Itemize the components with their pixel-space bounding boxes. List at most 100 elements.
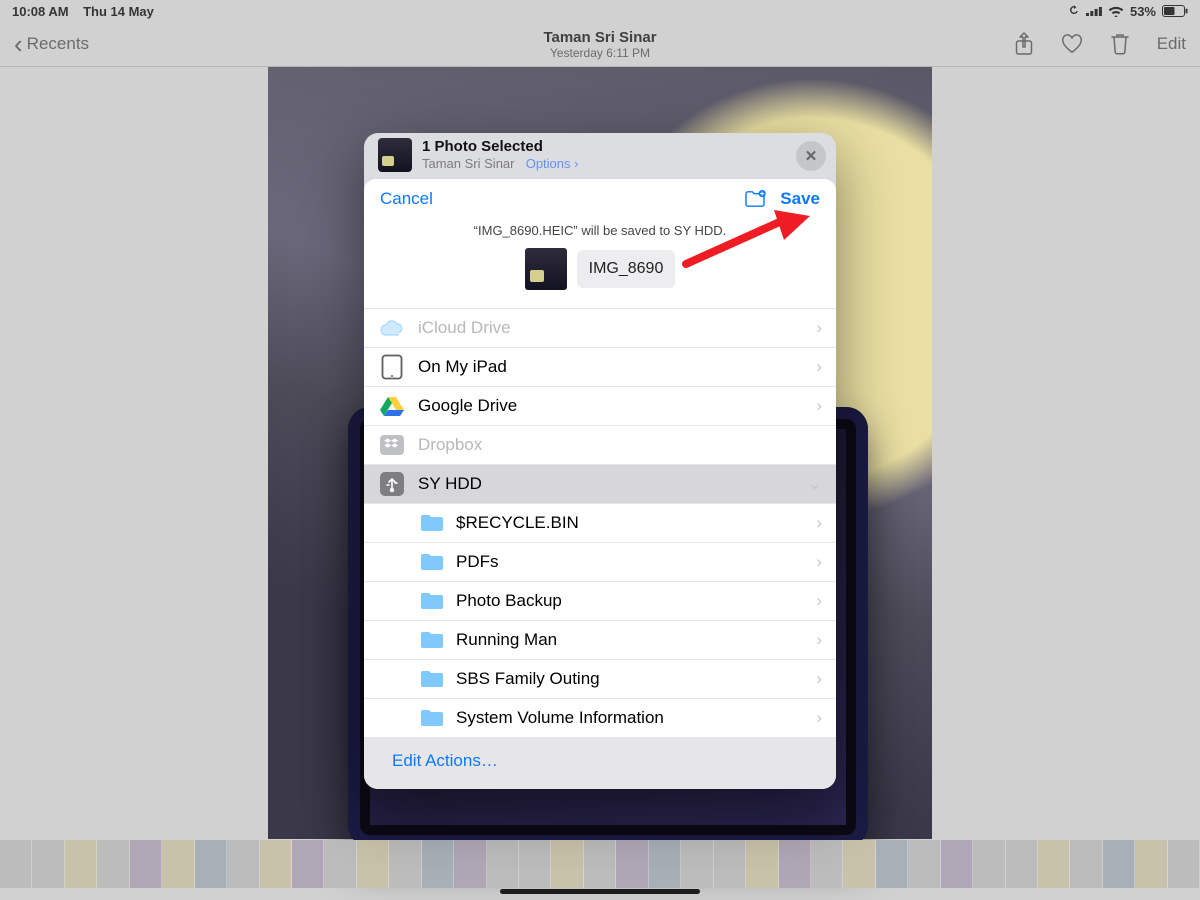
folder-icon bbox=[418, 509, 446, 537]
folder-row[interactable]: Running Man › bbox=[364, 620, 836, 659]
usb-drive-icon bbox=[378, 470, 406, 498]
new-folder-button[interactable] bbox=[744, 190, 766, 208]
close-icon: ✕ bbox=[805, 147, 818, 165]
folder-label: Running Man bbox=[456, 630, 816, 650]
thumbnail[interactable] bbox=[779, 840, 811, 888]
folder-row[interactable]: $RECYCLE.BIN › bbox=[364, 503, 836, 542]
edit-actions-button[interactable]: Edit Actions… bbox=[364, 737, 836, 789]
thumbnail[interactable] bbox=[811, 840, 843, 888]
thumbnail[interactable] bbox=[714, 840, 746, 888]
thumbnail[interactable] bbox=[1103, 840, 1135, 888]
thumbnail[interactable] bbox=[1006, 840, 1038, 888]
share-subtitle-text: Taman Sri Sinar bbox=[422, 156, 514, 171]
thumbnail[interactable] bbox=[1135, 840, 1167, 888]
back-button[interactable]: ‹ Recents bbox=[14, 34, 89, 54]
save-file-row: IMG_8690 bbox=[364, 248, 836, 308]
thumbnail[interactable] bbox=[162, 840, 194, 888]
location-on-my-ipad[interactable]: On My iPad › bbox=[364, 347, 836, 386]
folder-label: $RECYCLE.BIN bbox=[456, 513, 816, 533]
save-destination-message: “IMG_8690.HEIC” will be saved to SY HDD. bbox=[364, 219, 836, 248]
share-options-label: Options bbox=[526, 156, 571, 171]
share-save-sheet: 1 Photo Selected Taman Sri Sinar Options… bbox=[364, 133, 836, 789]
save-button[interactable]: Save bbox=[780, 189, 820, 209]
location-label: SY HDD bbox=[418, 474, 808, 494]
cancel-button[interactable]: Cancel bbox=[380, 189, 433, 209]
thumbnail[interactable] bbox=[422, 840, 454, 888]
share-title: 1 Photo Selected bbox=[422, 138, 579, 156]
location-label: iCloud Drive bbox=[418, 318, 816, 338]
dropbox-icon bbox=[378, 431, 406, 459]
filename-field[interactable]: IMG_8690 bbox=[577, 250, 676, 288]
chevron-right-icon: › bbox=[816, 318, 822, 338]
battery-percent: 53% bbox=[1130, 4, 1156, 19]
thumbnail[interactable] bbox=[908, 840, 940, 888]
share-options-button[interactable]: Options › bbox=[526, 156, 579, 171]
icloud-icon bbox=[378, 314, 406, 342]
folder-row[interactable]: SBS Family Outing › bbox=[364, 659, 836, 698]
status-time: 10:08 AM bbox=[12, 4, 69, 19]
photos-navbar: ‹ Recents Taman Sri Sinar Yesterday 6:11… bbox=[0, 22, 1200, 66]
thumbnail[interactable] bbox=[130, 840, 162, 888]
thumbnail[interactable] bbox=[389, 840, 421, 888]
thumbnail[interactable] bbox=[195, 840, 227, 888]
thumbnail[interactable] bbox=[843, 840, 875, 888]
orientation-lock-icon bbox=[1068, 5, 1080, 17]
thumbnail[interactable] bbox=[584, 840, 616, 888]
photo-filmstrip[interactable] bbox=[0, 840, 1200, 888]
thumbnail[interactable] bbox=[1070, 840, 1102, 888]
thumbnail[interactable] bbox=[324, 840, 356, 888]
thumbnail[interactable] bbox=[227, 840, 259, 888]
share-subtitle: Taman Sri Sinar Options › bbox=[422, 156, 579, 172]
thumbnail[interactable] bbox=[487, 840, 519, 888]
folder-icon bbox=[418, 704, 446, 732]
folder-label: Photo Backup bbox=[456, 591, 816, 611]
thumbnail[interactable] bbox=[746, 840, 778, 888]
folder-row[interactable]: Photo Backup › bbox=[364, 581, 836, 620]
thumbnail[interactable] bbox=[973, 840, 1005, 888]
folder-label: System Volume Information bbox=[456, 708, 816, 728]
navbar-actions: Edit bbox=[1013, 33, 1186, 55]
folder-row[interactable]: PDFs › bbox=[364, 542, 836, 581]
share-icon[interactable] bbox=[1013, 33, 1035, 55]
thumbnail[interactable] bbox=[1038, 840, 1070, 888]
chevron-right-icon: › bbox=[816, 552, 822, 572]
edit-button[interactable]: Edit bbox=[1157, 34, 1186, 54]
thumbnail[interactable] bbox=[681, 840, 713, 888]
chevron-down-icon: ⌄ bbox=[808, 474, 822, 494]
thumbnail[interactable] bbox=[941, 840, 973, 888]
thumbnail[interactable] bbox=[616, 840, 648, 888]
folder-icon bbox=[418, 548, 446, 576]
thumbnail[interactable] bbox=[260, 840, 292, 888]
thumbnail[interactable] bbox=[357, 840, 389, 888]
thumbnail[interactable] bbox=[454, 840, 486, 888]
thumbnail[interactable] bbox=[1168, 840, 1200, 888]
folder-label: SBS Family Outing bbox=[456, 669, 816, 689]
location-label: On My iPad bbox=[418, 357, 816, 377]
location-google-drive[interactable]: Google Drive › bbox=[364, 386, 836, 425]
thumbnail[interactable] bbox=[649, 840, 681, 888]
chevron-right-icon: › bbox=[816, 708, 822, 728]
chevron-left-icon: ‹ bbox=[14, 38, 23, 51]
home-indicator bbox=[500, 889, 700, 894]
folder-row[interactable]: System Volume Information › bbox=[364, 698, 836, 737]
favorite-heart-icon[interactable] bbox=[1061, 33, 1083, 55]
save-toolbar: Cancel Save bbox=[364, 179, 836, 219]
thumbnail[interactable] bbox=[551, 840, 583, 888]
locations-list: iCloud Drive › On My iPad › Google Drive… bbox=[364, 308, 836, 737]
share-thumb-icon bbox=[378, 138, 412, 172]
location-sy-hdd[interactable]: SY HDD ⌄ bbox=[364, 464, 836, 503]
thumbnail[interactable] bbox=[65, 840, 97, 888]
thumbnail[interactable] bbox=[0, 840, 32, 888]
thumbnail[interactable] bbox=[519, 840, 551, 888]
wifi-icon bbox=[1108, 6, 1124, 17]
location-icloud-drive[interactable]: iCloud Drive › bbox=[364, 308, 836, 347]
thumbnail[interactable] bbox=[876, 840, 908, 888]
close-button[interactable]: ✕ bbox=[796, 141, 826, 171]
file-thumb-icon bbox=[525, 248, 567, 290]
thumbnail[interactable] bbox=[32, 840, 64, 888]
thumbnail[interactable] bbox=[292, 840, 324, 888]
trash-icon[interactable] bbox=[1109, 33, 1131, 55]
share-title-col: 1 Photo Selected Taman Sri Sinar Options… bbox=[422, 138, 579, 172]
location-dropbox[interactable]: Dropbox bbox=[364, 425, 836, 464]
thumbnail[interactable] bbox=[97, 840, 129, 888]
